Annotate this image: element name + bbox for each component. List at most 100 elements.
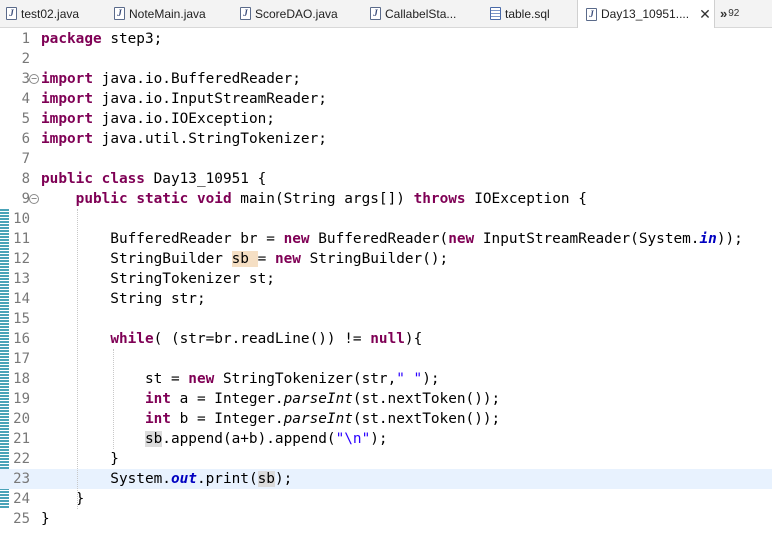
line-number: 5: [21, 111, 30, 127]
keyword-token: new: [188, 371, 223, 387]
indent-guide: [113, 349, 114, 449]
line-number: 21: [13, 431, 30, 447]
keyword-token: static: [136, 191, 197, 207]
fold-toggle-icon[interactable]: −: [29, 74, 39, 84]
keyword-token: import: [41, 91, 102, 107]
keyword-token: public: [41, 171, 102, 187]
code-token: (st.nextToken());: [352, 391, 501, 407]
keyword-token: class: [101, 171, 154, 187]
code-text: int a = Integer.parseInt(st.nextToken())…: [41, 389, 500, 409]
keyword-token: new: [448, 231, 483, 247]
keyword-token: null: [370, 331, 405, 347]
code-token: .append(a+b).append(: [162, 431, 336, 447]
code-text: }: [41, 449, 119, 469]
code-token: st =: [41, 371, 189, 387]
tab-callabelsta[interactable]: J CallabelSta...: [370, 0, 482, 27]
code-token: InputStreamReader(System.: [482, 231, 700, 247]
field-token: in: [699, 231, 717, 247]
code-token: StringTokenizer(str,: [222, 371, 397, 387]
code-line[interactable]: 18 st = new StringTokenizer(str," ");: [0, 369, 772, 389]
code-line[interactable]: 9− public static void main(String args[]…: [0, 189, 772, 209]
code-line[interactable]: 8 public class Day13_10951 {: [0, 169, 772, 189]
line-number: 3: [21, 71, 30, 87]
tab-label: table.sql: [505, 6, 550, 21]
overflow-count: 92: [728, 8, 740, 19]
code-token: java.util.StringTokenizer;: [101, 131, 327, 147]
keyword-token: package: [41, 31, 111, 47]
code-line[interactable]: 24 }: [0, 489, 772, 509]
close-icon[interactable]: ✕: [699, 6, 711, 23]
code-line[interactable]: 20 int b = Integer.parseInt(st.nextToken…: [0, 409, 772, 429]
code-line[interactable]: 25}: [0, 509, 772, 529]
code-token: Day13_10951 {: [153, 171, 267, 187]
keyword-token: import: [41, 131, 102, 147]
code-token: BufferedReader(: [318, 231, 449, 247]
code-line[interactable]: 14 String str;: [0, 289, 772, 309]
line-number: 11: [13, 231, 30, 247]
code-line[interactable]: 13 StringTokenizer st;: [0, 269, 772, 289]
tab-scoredao[interactable]: J ScoreDAO.java: [240, 0, 362, 27]
line-number: 14: [13, 291, 30, 307]
code-editor[interactable]: 1 package step3; 2 3− import java.io.Buffere…: [0, 29, 772, 529]
code-text: package step3;: [41, 29, 162, 49]
code-text: import java.io.InputStreamReader;: [41, 89, 327, 109]
java-file-icon: J: [370, 7, 381, 20]
code-line[interactable]: 23 System.out.print(sb);: [0, 469, 772, 489]
code-token: (st.nextToken());: [352, 411, 501, 427]
tab-day13-10951[interactable]: J Day13_10951.... ✕: [577, 0, 715, 28]
code-text: int b = Integer.parseInt(st.nextToken())…: [41, 409, 500, 429]
code-line[interactable]: 16 while( (str=br.readLine()) != null){: [0, 329, 772, 349]
tab-table-sql[interactable]: table.sql: [490, 0, 570, 27]
string-token: "\n": [335, 431, 371, 447]
code-token: main(String args[]): [240, 191, 414, 207]
line-number: 6: [21, 131, 30, 147]
code-line[interactable]: 19 int a = Integer.parseInt(st.nextToken…: [0, 389, 772, 409]
line-number: 12: [13, 251, 30, 267]
code-token: );: [422, 371, 440, 387]
code-text: BufferedReader br = new BufferedReader(n…: [41, 229, 743, 249]
code-text: System.out.print(sb);: [41, 469, 292, 489]
string-token: " ": [396, 371, 423, 387]
keyword-token: while: [110, 331, 154, 347]
code-token: ));: [716, 231, 743, 247]
code-token: a = Integer.: [179, 391, 284, 407]
keyword-token: import: [41, 71, 102, 87]
code-line[interactable]: 22 }: [0, 449, 772, 469]
code-line[interactable]: 2: [0, 49, 772, 69]
code-text: }: [41, 509, 50, 529]
line-number: 15: [13, 311, 30, 327]
line-number: 24: [13, 491, 30, 507]
code-line[interactable]: 12 StringBuilder sb = new StringBuilder(…: [0, 249, 772, 269]
code-line[interactable]: 17: [0, 349, 772, 369]
line-number: 16: [13, 331, 30, 347]
indent-guide: [77, 209, 78, 509]
tab-overflow-button[interactable]: » 92: [720, 0, 739, 27]
line-number: 8: [21, 171, 30, 187]
line-number: 10: [13, 211, 30, 227]
code-line[interactable]: 5 import java.io.IOException;: [0, 109, 772, 129]
line-number: 7: [21, 151, 30, 167]
tab-test02[interactable]: J test02.java: [6, 0, 106, 27]
code-token: StringBuilder();: [309, 251, 449, 267]
code-line[interactable]: 1 package step3;: [0, 29, 772, 49]
chevron-double-right-icon: »: [720, 6, 728, 21]
tab-notemain[interactable]: J NoteMain.java: [114, 0, 234, 27]
code-line[interactable]: 15: [0, 309, 772, 329]
code-line[interactable]: 4 import java.io.InputStreamReader;: [0, 89, 772, 109]
code-token: }: [41, 511, 50, 527]
code-line[interactable]: 6 import java.util.StringTokenizer;: [0, 129, 772, 149]
keyword-token: int: [144, 391, 180, 407]
code-line[interactable]: 21 sb.append(a+b).append("\n");: [0, 429, 772, 449]
code-token: );: [370, 431, 388, 447]
fold-toggle-icon[interactable]: −: [29, 194, 39, 204]
keyword-token: public: [75, 191, 137, 207]
code-line[interactable]: 10: [0, 209, 772, 229]
code-line[interactable]: 11 BufferedReader br = new BufferedReade…: [0, 229, 772, 249]
code-line[interactable]: 3− import java.io.BufferedReader;: [0, 69, 772, 89]
code-token: sb: [231, 251, 258, 267]
code-line[interactable]: 7: [0, 149, 772, 169]
tab-label: CallabelSta...: [385, 6, 457, 21]
line-number: 25: [13, 511, 30, 527]
line-number: 22: [13, 451, 30, 467]
